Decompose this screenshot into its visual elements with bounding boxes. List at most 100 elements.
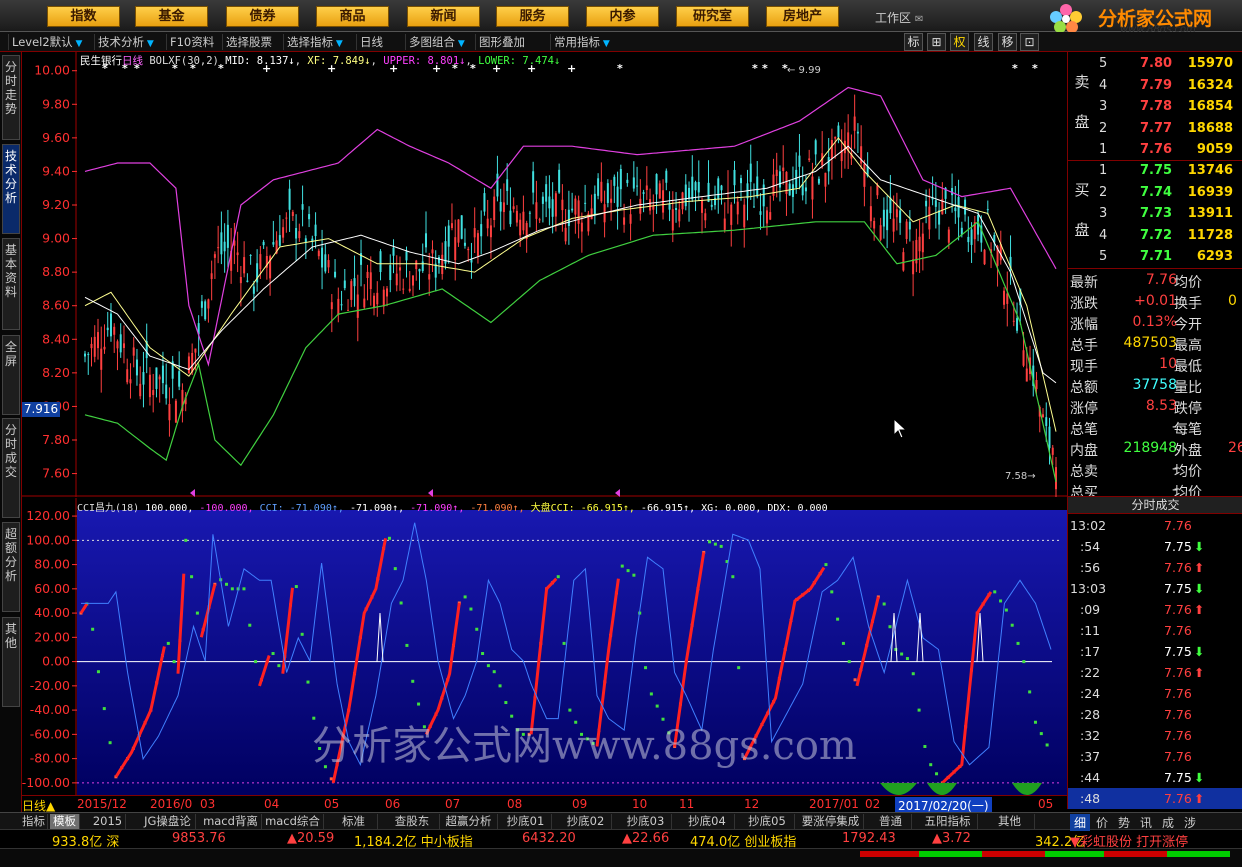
right-tab-2[interactable]: 势 [1114,814,1134,831]
index-item[interactable]: 6432.20 [522,831,576,846]
left-tab-5[interactable]: 超额分析 [2,522,20,612]
bottom-tab-4[interactable]: macd背离 [200,814,262,829]
candle-body [532,171,535,193]
index-item[interactable]: 1792.43 [842,831,896,846]
work-area-label[interactable]: 工作区 ✉ [875,9,923,26]
bottom-tab-13[interactable]: 抄底05 [740,814,795,829]
mail-icon[interactable]: ✉ [915,14,923,25]
right-tab-5[interactable]: 涉 [1180,814,1200,831]
right-tab-3[interactable]: 讯 [1136,814,1156,831]
cci-chart-pane[interactable]: 120.00 100.00 80.00 60.00 40.00 20.00 0.00 -20.… [22,498,1067,795]
toolbar-right-btn-4[interactable]: 移 [998,33,1017,51]
toolbar-item-0[interactable]: Level2默认 ▼ [8,34,85,50]
bottom-tab-16[interactable]: 五阳指标 [918,814,978,829]
toolbar-right-btn-1[interactable]: ⊞ [927,33,946,51]
top-menu-4[interactable]: 新闻 [407,6,480,27]
buy-level-row[interactable]: 5 7.71 6293 [1068,247,1242,268]
candle-body [827,157,830,172]
stats-divider [1068,268,1242,269]
left-tab-0[interactable]: 分时走势 [2,55,20,140]
left-tab-4[interactable]: 分时成交 [2,418,20,518]
price-chart-pane[interactable]: 10.00 9.80 9.60 9.40 9.20 9.00 8.80 8.60 8.40 8.2… [22,52,1067,508]
stat-cell: 换手 [1174,296,1202,312]
quote-panel: 卖盘 买盘 5 7.80 15970 4 7.79 16324 3 7.78 16854 2 7.77 1… [1067,52,1242,831]
bottom-tab-1[interactable]: 模板 [50,814,80,829]
toolbar-item-4[interactable]: 选择指标 ▼ [283,34,346,50]
top-menu-3[interactable]: 商品 [316,6,389,27]
bottom-tab-11[interactable]: 抄底03 [620,814,672,829]
bottom-tab-7[interactable]: 查股东 [385,814,440,829]
cci-dot [294,585,298,589]
stat-cell: 涨幅 [1070,317,1098,333]
top-menu-7[interactable]: 研究室 [676,6,749,27]
left-tab-6[interactable]: 其他 [2,617,20,707]
toolbar-right-btn-5[interactable]: ⊡ [1020,33,1039,51]
index-item[interactable]: ▲20.59 [287,831,334,846]
toolbar-right-btn-0[interactable]: 标 [904,33,923,51]
top-menu-0[interactable]: 指数 [47,6,120,27]
candle-body [921,233,924,253]
bottom-tab-9[interactable]: 抄底01 [500,814,552,829]
top-menu-2[interactable]: 债券 [226,6,299,27]
cci-dot [993,590,997,594]
bottom-tab-5[interactable]: macd综合 [262,814,324,829]
buy-level-row[interactable]: 4 7.72 11728 [1068,226,1242,247]
top-menu-1[interactable]: 基金 [135,6,208,27]
left-tab-2[interactable]: 基本资料 [2,238,20,330]
date-label: 03 [200,797,216,811]
ticks-header[interactable]: 分时成交 [1068,496,1242,514]
candle-body [869,206,872,222]
toolbar-item-2[interactable]: F10资料 [166,34,217,50]
top-menu-8[interactable]: 房地产 [766,6,839,27]
toolbar-item-7[interactable]: 图形叠加 [475,34,528,50]
buy-level-row[interactable]: 1 7.75 13746 [1068,161,1242,182]
sell-level-row[interactable]: 3 7.78 16854 [1068,97,1242,118]
buy-level-row[interactable]: 2 7.74 16939 [1068,183,1242,204]
toolbar-right-btn-3[interactable]: 线 [974,33,993,51]
cci-dot [486,664,490,668]
left-tab-1[interactable]: 技术分析 [2,144,20,234]
bottom-tab-8[interactable]: 超赢分析 [440,814,498,829]
bottom-tab-15[interactable]: 普通 [870,814,912,829]
bottom-tab-0[interactable]: 指标 [20,814,48,829]
cci-tick-label: -80.00 [30,751,70,766]
buy-level-row[interactable]: 3 7.73 13911 [1068,204,1242,225]
bottom-tab-2[interactable]: 2015 [90,814,126,829]
bottom-tab-14[interactable]: 要涨停集成 [798,814,864,829]
candle-body [386,288,389,297]
candle-body [506,179,509,191]
order-book-cell: 2 [1099,184,1108,200]
toolbar-item-6[interactable]: 多图组合 ▼ [405,34,468,50]
candle-body [519,219,522,236]
price-chart[interactable]: 10.00 9.80 9.60 9.40 9.20 9.00 8.80 8.60 8.40 8.2… [22,52,1067,508]
right-tab-4[interactable]: 成 [1158,814,1178,831]
candle-body [476,233,479,256]
sell-level-row[interactable]: 2 7.77 18688 [1068,119,1242,140]
index-item[interactable]: 9853.76 [172,831,226,846]
toolbar-right-btn-2[interactable]: 权 [950,33,969,51]
bottom-tab-17[interactable]: 其他 [985,814,1035,829]
bottom-tab-10[interactable]: 抄底02 [560,814,612,829]
toolbar-item-1[interactable]: 技术分析 ▼ [94,34,157,50]
toolbar-item-8[interactable]: 常用指标 ▼ [550,34,613,50]
toolbar-item-3[interactable]: 选择股票 [222,34,275,50]
index-item[interactable]: ▲22.66 [622,831,669,846]
order-book-cell: 3 [1099,99,1108,114]
bottom-tab-3[interactable]: JG操盘论 [140,814,196,829]
cci-v7: 大盘CCI: -66.915↑, [530,503,635,514]
candle-body [356,294,359,318]
left-tab-3[interactable]: 全屏 [2,335,20,415]
bottom-tab-6[interactable]: 标准 [330,814,378,829]
sell-level-row[interactable]: 5 7.80 15970 [1068,54,1242,75]
index-item[interactable]: ▲3.72 [932,831,971,846]
right-tab-1[interactable]: 价 [1092,814,1112,831]
candle-body [113,326,116,335]
bottom-tab-12[interactable]: 抄底04 [680,814,735,829]
right-tab-0[interactable]: 细 [1070,814,1090,831]
toolbar-item-5[interactable]: 日线 [356,34,386,50]
top-menu-6[interactable]: 内参 [586,6,659,27]
top-menu-5[interactable]: 服务 [496,6,569,27]
sell-level-row[interactable]: 1 7.76 9059 [1068,140,1242,161]
signal-marker: * [752,62,758,75]
sell-level-row[interactable]: 4 7.79 16324 [1068,76,1242,97]
